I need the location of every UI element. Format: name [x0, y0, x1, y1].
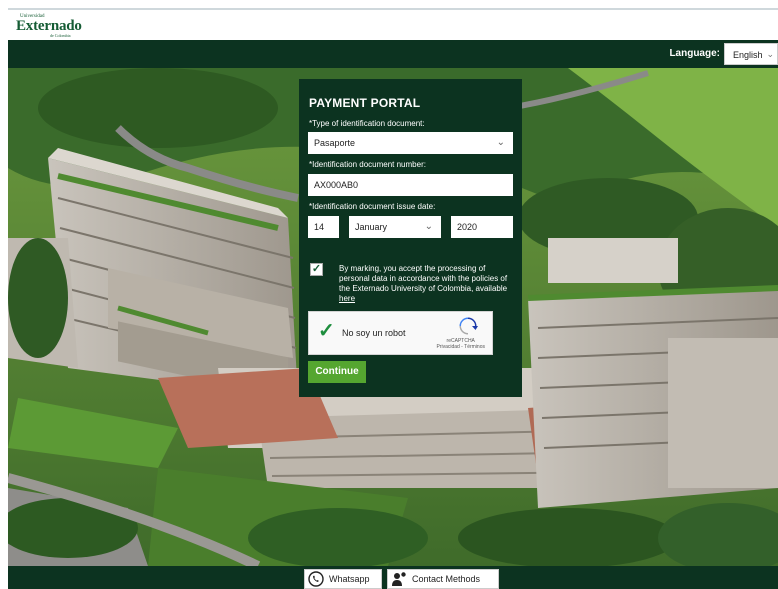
recaptcha-widget[interactable]: ✓ No soy un robot reCAPTCHA Privacidad -…	[308, 311, 493, 355]
contact-person-icon	[392, 572, 406, 586]
whatsapp-button[interactable]: Whatsapp	[304, 569, 382, 589]
chevron-down-icon: ⌄	[766, 49, 774, 59]
language-label: Language:	[669, 48, 720, 59]
doc-type-value: Pasaporte	[314, 138, 356, 148]
site-footer: Whatsapp Contact Methods	[8, 566, 778, 589]
captcha-terms[interactable]: Privacidad - Términos	[436, 344, 485, 350]
top-nav-bar: Language: English ⌄	[8, 40, 778, 68]
doc-number-input[interactable]: AX000AB0	[308, 174, 513, 196]
form-title: PAYMENT PORTAL	[309, 96, 421, 110]
continue-button[interactable]: Continue	[308, 361, 366, 383]
whatsapp-icon	[308, 571, 324, 587]
consent-body: By marking, you accept the processing of…	[339, 264, 508, 293]
consent-policy-link[interactable]: here	[339, 294, 355, 303]
recaptcha-logo-icon	[459, 317, 478, 335]
doc-type-select[interactable]: Pasaporte ⌄	[308, 132, 513, 154]
doc-type-label: *Type of identification document:	[309, 119, 425, 128]
issue-date-label: *Identification document issue date:	[309, 202, 436, 211]
contact-label: Contact Methods	[412, 574, 481, 584]
issue-year-value: 2020	[457, 222, 478, 232]
chevron-down-icon: ⌄	[424, 221, 433, 232]
contact-methods-button[interactable]: Contact Methods	[387, 569, 499, 589]
issue-month-value: January	[355, 222, 388, 232]
language-value: English	[733, 50, 763, 60]
issue-year-input[interactable]: 2020	[451, 216, 513, 238]
payment-portal-panel: PAYMENT PORTAL *Type of identification d…	[299, 79, 522, 397]
language-select[interactable]: English ⌄	[724, 43, 778, 65]
consent-checkbox[interactable]: ✓	[310, 263, 323, 276]
issue-month-select[interactable]: January ⌄	[349, 216, 441, 238]
checkmark-icon[interactable]: ✓	[318, 321, 335, 341]
consent-text: By marking, you accept the processing of…	[339, 264, 509, 304]
issue-day-value: 14	[314, 222, 325, 232]
university-logo[interactable]: Universidad Externado de Colombia	[16, 14, 82, 38]
captcha-label: No soy un robot	[342, 328, 406, 338]
doc-number-label: *Identification document number:	[309, 160, 426, 169]
doc-number-value: AX000AB0	[314, 180, 359, 190]
chevron-down-icon: ⌄	[496, 137, 505, 148]
issue-day-input[interactable]: 14	[308, 216, 339, 238]
captcha-brand: reCAPTCHA Privacidad - Términos	[436, 338, 485, 350]
logo-main-text: Externado	[16, 18, 82, 34]
whatsapp-label: Whatsapp	[329, 574, 370, 584]
logo-bottom-text: de Colombia	[50, 33, 71, 38]
site-header: Universidad Externado de Colombia	[8, 8, 778, 40]
